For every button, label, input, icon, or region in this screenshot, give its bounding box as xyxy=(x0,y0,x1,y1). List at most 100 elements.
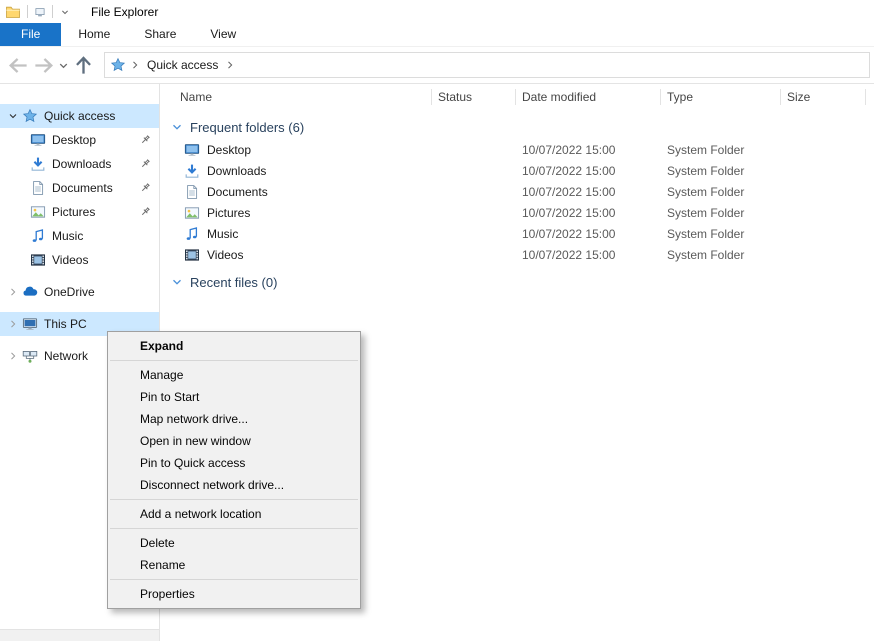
chevron-right-icon[interactable] xyxy=(4,316,22,332)
column-header-label: Status xyxy=(438,90,472,104)
sidebar-item-label: Pictures xyxy=(52,205,95,219)
pictures-icon xyxy=(30,204,46,220)
documents-icon xyxy=(30,180,46,196)
group-chevron-down-icon[interactable] xyxy=(169,274,185,290)
sidebar-item-label: Network xyxy=(44,349,88,363)
sidebar-item-label: This PC xyxy=(44,317,87,331)
column-header-label: Size xyxy=(787,90,810,104)
quick-access-icon xyxy=(110,57,126,73)
address-bar[interactable]: Quick access xyxy=(104,52,870,78)
date-modified-cell: 10/07/2022 15:00 xyxy=(516,143,661,157)
this-pc-icon xyxy=(22,316,38,332)
app-folder-icon xyxy=(5,4,21,20)
type-cell: System Folder xyxy=(661,143,781,157)
sidebar-item-quick-access[interactable]: Quick access xyxy=(0,104,159,128)
breadcrumb-chevron-icon[interactable] xyxy=(129,59,141,71)
sidebar-item-onedrive[interactable]: OneDrive xyxy=(0,280,159,304)
group-chevron-down-icon[interactable] xyxy=(169,119,185,135)
sidebar-horizontal-scrollbar[interactable] xyxy=(0,629,159,641)
name-cell: Music xyxy=(160,226,432,242)
date-modified-cell: 10/07/2022 15:00 xyxy=(516,185,661,199)
menu-item-rename[interactable]: Rename xyxy=(108,554,360,576)
column-header-label: Type xyxy=(667,90,693,104)
column-header-size[interactable]: Size xyxy=(781,84,866,110)
menu-item-pin-to-start[interactable]: Pin to Start xyxy=(108,386,360,408)
forward-button[interactable] xyxy=(31,53,56,78)
videos-icon xyxy=(184,247,200,263)
documents-icon xyxy=(184,184,200,200)
window-title: File Explorer xyxy=(91,5,158,19)
chevron-right-icon[interactable] xyxy=(4,348,22,364)
sidebar-item-label: Videos xyxy=(52,253,88,267)
sidebar-item-label: Quick access xyxy=(44,109,115,123)
pictures-icon xyxy=(184,205,200,221)
tab-view[interactable]: View xyxy=(193,23,253,46)
type-cell: System Folder xyxy=(661,227,781,241)
music-icon xyxy=(184,226,200,242)
back-button[interactable] xyxy=(6,53,31,78)
quick-access-toolbar-icon[interactable] xyxy=(34,6,46,18)
type-cell: System Folder xyxy=(661,185,781,199)
column-header-name[interactable]: Name xyxy=(160,84,432,110)
sidebar-item-documents[interactable]: Documents xyxy=(0,176,159,200)
type-cell: System Folder xyxy=(661,164,781,178)
chevron-right-icon[interactable] xyxy=(4,284,22,300)
column-header-label: Date modified xyxy=(522,90,596,104)
breadcrumb-segment[interactable]: Quick access xyxy=(144,58,221,72)
file-name: Documents xyxy=(207,185,268,199)
menu-item-pin-to-quick-access[interactable]: Pin to Quick access xyxy=(108,452,360,474)
file-name: Downloads xyxy=(207,164,266,178)
sidebar-item-pictures[interactable]: Pictures xyxy=(0,200,159,224)
music-icon xyxy=(30,228,46,244)
breadcrumb-chevron-icon[interactable] xyxy=(224,59,236,71)
file-row-desktop[interactable]: Desktop10/07/2022 15:00System Folder xyxy=(160,139,874,160)
column-header-type[interactable]: Type xyxy=(661,84,781,110)
pin-icon xyxy=(138,181,152,195)
file-row-pictures[interactable]: Pictures10/07/2022 15:00System Folder xyxy=(160,202,874,223)
menu-item-properties[interactable]: Properties xyxy=(108,583,360,605)
menu-item-add-a-network-location[interactable]: Add a network location xyxy=(108,503,360,525)
group-header-recent-files-0[interactable]: Recent files (0) xyxy=(160,270,874,294)
sidebar-item-label: Documents xyxy=(52,181,113,195)
recent-locations-dropdown-icon[interactable] xyxy=(56,53,71,78)
sidebar-item-music[interactable]: Music xyxy=(0,224,159,248)
date-modified-cell: 10/07/2022 15:00 xyxy=(516,164,661,178)
columns-header: Name Status Date modified Type Size xyxy=(160,84,874,110)
sidebar-item-videos[interactable]: Videos xyxy=(0,248,159,272)
groups-container: Frequent folders (6)Desktop10/07/2022 15… xyxy=(160,115,874,294)
menu-separator xyxy=(110,499,358,500)
date-modified-cell: 10/07/2022 15:00 xyxy=(516,248,661,262)
pin-icon xyxy=(138,157,152,171)
customize-toolbar-dropdown-icon[interactable] xyxy=(59,6,71,18)
name-cell: Pictures xyxy=(160,205,432,221)
pin-icon xyxy=(138,205,152,219)
menu-item-manage[interactable]: Manage xyxy=(108,364,360,386)
tab-share[interactable]: Share xyxy=(127,23,193,46)
navigation-pane-list: Quick access DesktopDownloads Documents Pic… xyxy=(0,104,159,368)
network-icon xyxy=(22,348,38,364)
column-header-date-modified[interactable]: Date modified xyxy=(516,84,661,110)
menu-item-expand[interactable]: Expand xyxy=(108,335,360,357)
titlebar-separator xyxy=(52,5,53,18)
menu-item-open-in-new-window[interactable]: Open in new window xyxy=(108,430,360,452)
menu-separator xyxy=(110,579,358,580)
file-row-downloads[interactable]: Downloads 10/07/2022 15:00System Folder xyxy=(160,160,874,181)
quick-access-icon xyxy=(22,108,38,124)
group-header-frequent-folders-6[interactable]: Frequent folders (6) xyxy=(160,115,874,139)
file-row-videos[interactable]: Videos10/07/2022 15:00System Folder xyxy=(160,244,874,265)
sidebar-item-desktop[interactable]: Desktop xyxy=(0,128,159,152)
desktop-icon xyxy=(30,132,46,148)
column-header-status[interactable]: Status xyxy=(432,84,516,110)
column-header-label: Name xyxy=(180,90,212,104)
tab-home[interactable]: Home xyxy=(61,23,127,46)
file-row-music[interactable]: Music10/07/2022 15:00System Folder xyxy=(160,223,874,244)
menu-item-delete[interactable]: Delete xyxy=(108,532,360,554)
chevron-down-icon[interactable] xyxy=(4,108,22,124)
file-row-documents[interactable]: Documents 10/07/2022 15:00System Folder xyxy=(160,181,874,202)
context-menu: Expand ManagePin to StartMap network driv… xyxy=(107,331,361,609)
menu-item-map-network-drive[interactable]: Map network drive... xyxy=(108,408,360,430)
up-button[interactable] xyxy=(71,53,96,78)
menu-item-disconnect-network-drive[interactable]: Disconnect network drive... xyxy=(108,474,360,496)
sidebar-item-downloads[interactable]: Downloads xyxy=(0,152,159,176)
tab-file[interactable]: File xyxy=(0,23,61,46)
